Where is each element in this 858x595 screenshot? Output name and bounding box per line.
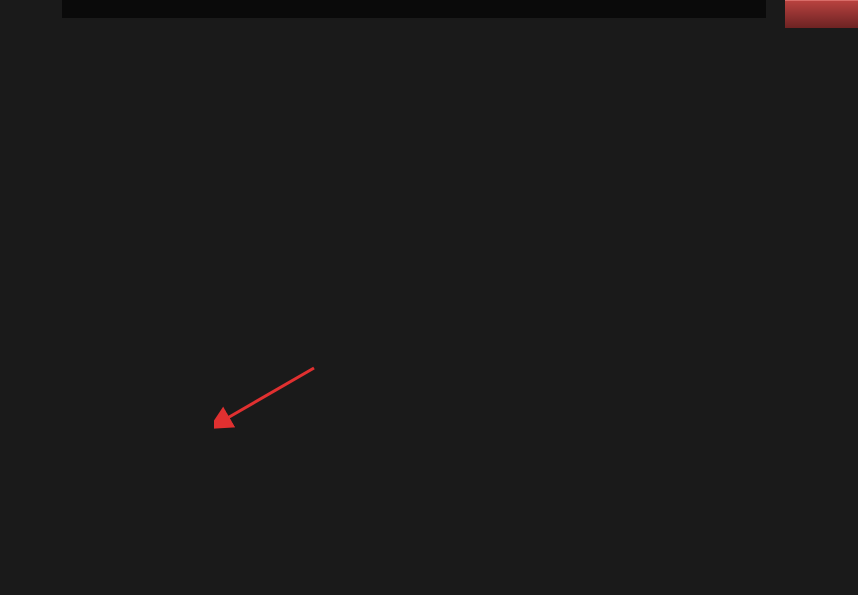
red-arrow-icon <box>214 362 324 432</box>
main-content: Link Uploaded: Part 1 – Part 2 – Part 3 … <box>62 0 766 18</box>
background-right-top-strip <box>785 0 858 28</box>
